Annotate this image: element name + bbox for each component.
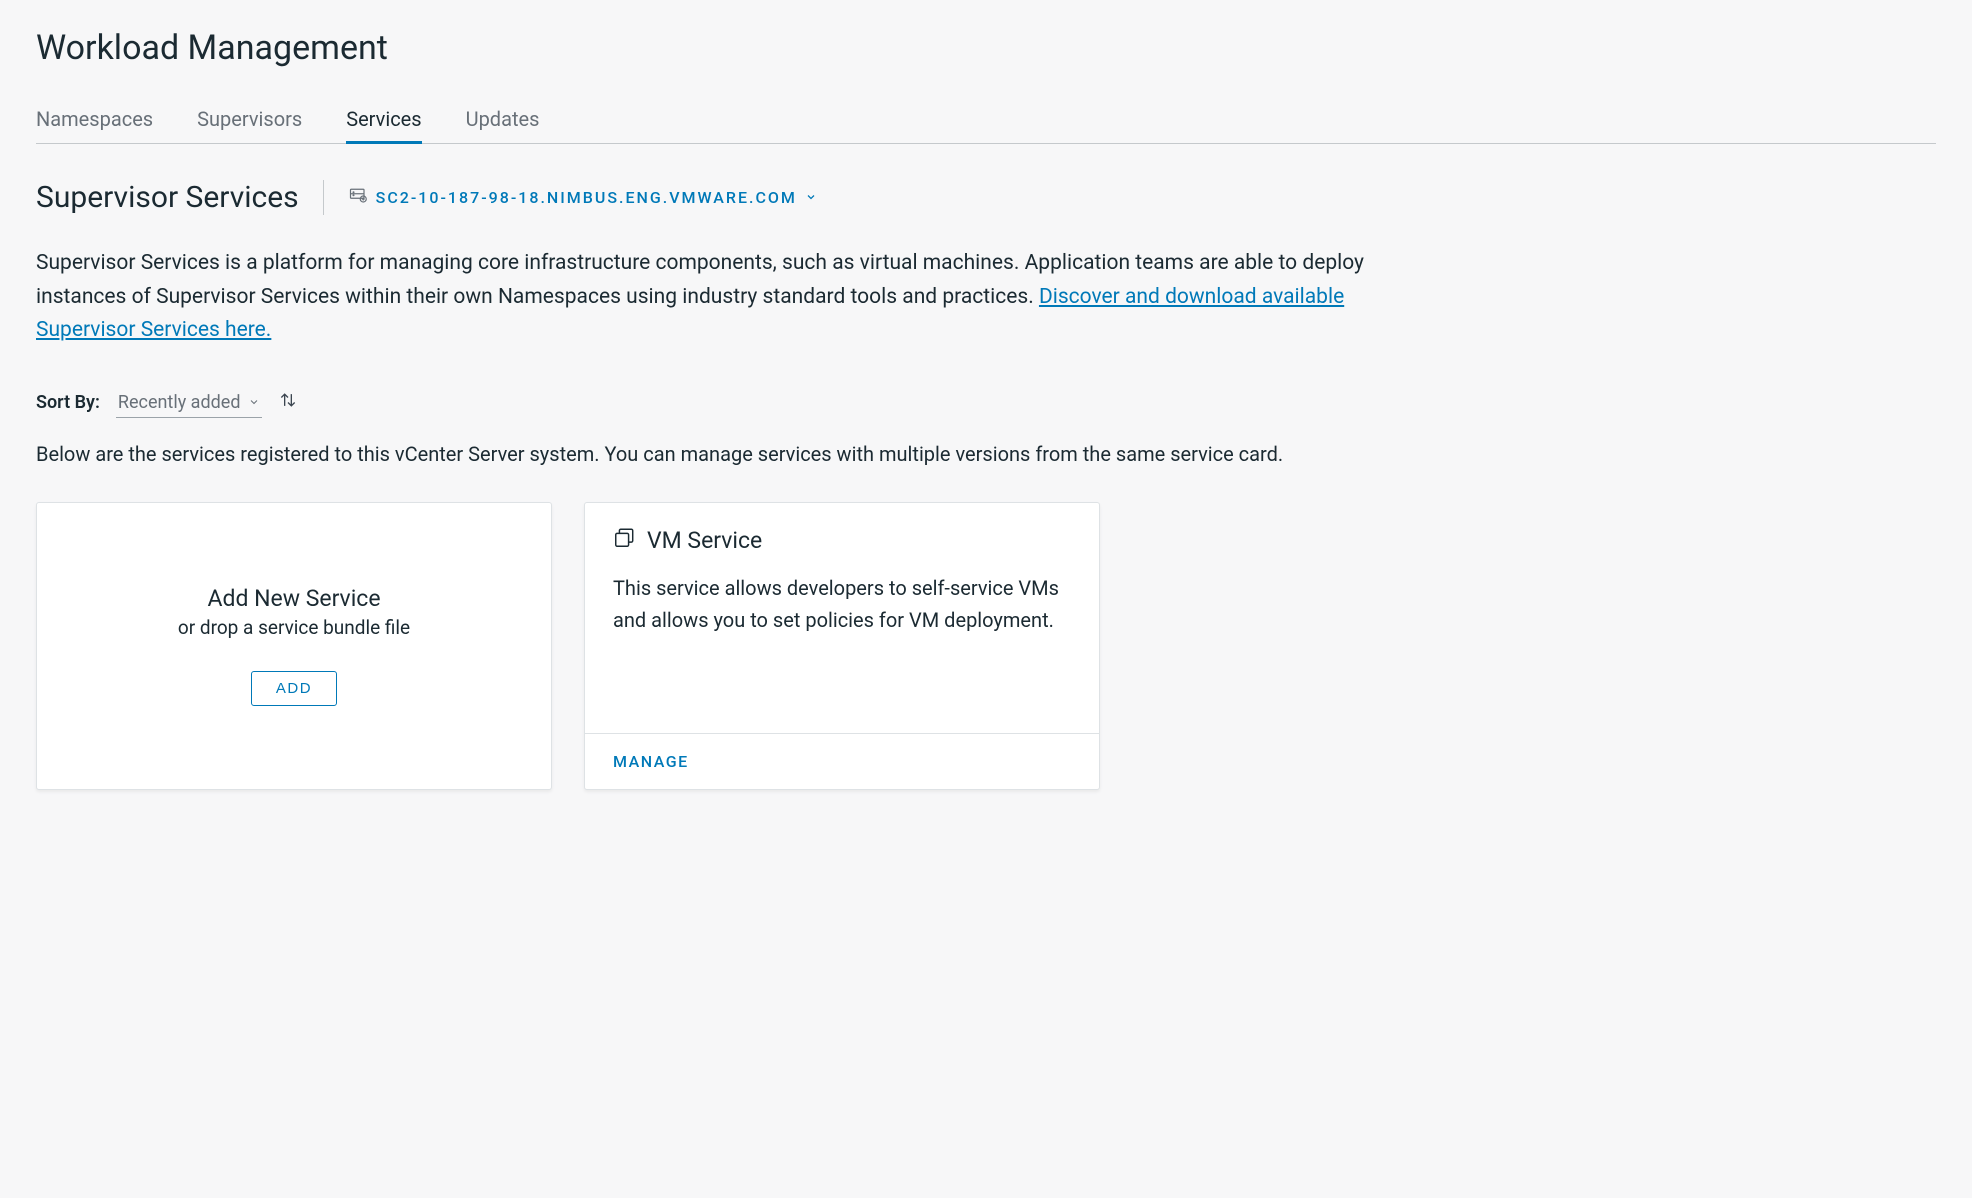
server-selector[interactable]: SC2-10-187-98-18.NIMBUS.ENG.VMWARE.COM <box>348 187 817 209</box>
vcenter-icon <box>348 187 368 209</box>
sub-description: Below are the services registered to thi… <box>36 442 1936 466</box>
sort-select[interactable]: Recently added <box>116 388 263 418</box>
sort-row: Sort By: Recently added <box>36 388 1936 418</box>
add-service-subtitle: or drop a service bundle file <box>178 616 410 639</box>
tab-namespaces[interactable]: Namespaces <box>36 97 153 144</box>
page-title: Workload Management <box>36 28 1936 68</box>
vm-service-icon <box>613 527 635 553</box>
tab-updates[interactable]: Updates <box>466 97 540 144</box>
sort-selected-value: Recently added <box>118 392 241 413</box>
subheader-title: Supervisor Services <box>36 180 324 215</box>
service-card-title: VM Service <box>647 527 762 554</box>
add-button[interactable]: ADD <box>251 671 337 706</box>
manage-button[interactable]: MANAGE <box>613 752 689 771</box>
sort-by-label: Sort By: <box>36 392 100 413</box>
description-text: Supervisor Services is a platform for ma… <box>36 247 1436 348</box>
chevron-down-icon <box>805 188 817 207</box>
tabs: Namespaces Supervisors Services Updates <box>36 96 1936 144</box>
sort-direction-toggle[interactable] <box>278 391 298 414</box>
tab-supervisors[interactable]: Supervisors <box>197 97 302 144</box>
add-service-card[interactable]: Add New Service or drop a service bundle… <box>36 502 552 790</box>
server-label: SC2-10-187-98-18.NIMBUS.ENG.VMWARE.COM <box>376 188 797 207</box>
add-service-title: Add New Service <box>207 585 380 612</box>
tab-services[interactable]: Services <box>346 97 421 144</box>
chevron-down-icon <box>248 392 260 413</box>
vm-service-card: VM Service This service allows developer… <box>584 502 1100 790</box>
cards-container: Add New Service or drop a service bundle… <box>36 502 1936 790</box>
subheader: Supervisor Services SC2-10-187-98-18.NIM… <box>36 180 1936 215</box>
service-card-description: This service allows developers to self-s… <box>613 572 1071 636</box>
